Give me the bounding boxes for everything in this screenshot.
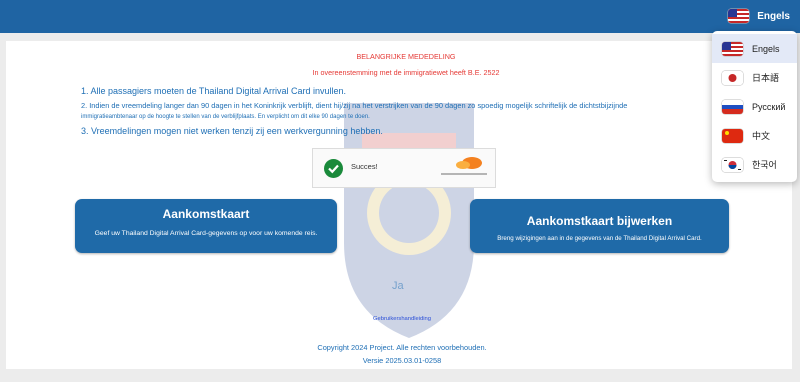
current-language-label: Engels bbox=[757, 10, 790, 22]
language-option-label: 中文 bbox=[752, 131, 771, 141]
japan-flag-icon bbox=[722, 70, 743, 85]
language-option-label: Engels bbox=[752, 43, 780, 54]
update-arrival-card-description: Breng wijzigingen aan in de gegevens van… bbox=[497, 235, 702, 242]
notice-line-1: 1. Alle passagiers moeten de Thailand Di… bbox=[81, 86, 346, 96]
top-bar: Engels bbox=[0, 0, 800, 33]
notice-title: BELANGRIJKE MEDEDELING bbox=[356, 52, 456, 61]
us-flag-icon bbox=[722, 41, 743, 56]
notice-line-2-continued: immigratieambtenaar op de hoogte te stel… bbox=[81, 114, 370, 120]
update-arrival-card-title: Aankomstkaart bijwerken bbox=[526, 214, 673, 228]
success-check-icon bbox=[324, 159, 343, 178]
language-option-japanese[interactable]: 日本語 bbox=[712, 63, 797, 92]
language-option-label: Русский bbox=[752, 101, 786, 112]
arrival-card-button[interactable]: Aankomstkaart Geef uw Thailand Digital A… bbox=[75, 199, 337, 253]
captcha-widget[interactable]: Succes! bbox=[312, 148, 496, 188]
china-flag-icon bbox=[722, 128, 743, 143]
version-text: Versie 2025.03.01-0258 bbox=[362, 356, 442, 365]
korea-flag-icon bbox=[722, 157, 743, 172]
notice-subtitle: In overeenstemming met de immigratiewet … bbox=[312, 68, 500, 77]
watermark-text: Ja bbox=[392, 280, 404, 292]
language-option-label: 한국어 bbox=[752, 160, 777, 170]
cloudflare-fineprint bbox=[441, 173, 487, 175]
language-option-korean[interactable]: 한국어 bbox=[712, 150, 797, 179]
copyright-text: Copyright 2024 Project. Alle rechten voo… bbox=[317, 343, 487, 352]
arrival-card-title: Aankomstkaart bbox=[162, 207, 250, 221]
arrival-card-description: Geef uw Thailand Digital Arrival Card-ge… bbox=[94, 230, 318, 237]
main-card: BELANGRIJKE MEDEDELING In overeenstemmin… bbox=[6, 41, 792, 369]
captcha-status: Succes! bbox=[351, 162, 378, 171]
notice-line-3: 3. Vreemdelingen mogen niet werken tenzi… bbox=[81, 126, 383, 136]
russia-flag-icon bbox=[722, 99, 743, 114]
language-selector[interactable]: Engels bbox=[728, 7, 790, 25]
language-option-english[interactable]: Engels bbox=[712, 34, 797, 63]
update-arrival-card-button[interactable]: Aankomstkaart bijwerken Breng wijziginge… bbox=[470, 199, 729, 253]
language-option-chinese[interactable]: 中文 bbox=[712, 121, 797, 150]
language-dropdown: Engels 日本語 Русский 中文 한국어 bbox=[712, 31, 797, 182]
user-manual-link[interactable]: Gebruikershandleiding bbox=[6, 316, 798, 322]
language-option-russian[interactable]: Русский bbox=[712, 92, 797, 121]
notice-line-2: 2. Indien de vreemdeling langer dan 90 d… bbox=[81, 101, 628, 110]
language-option-label: 日本語 bbox=[752, 73, 780, 83]
us-flag-icon bbox=[728, 9, 750, 23]
cloudflare-logo-icon bbox=[456, 157, 482, 169]
